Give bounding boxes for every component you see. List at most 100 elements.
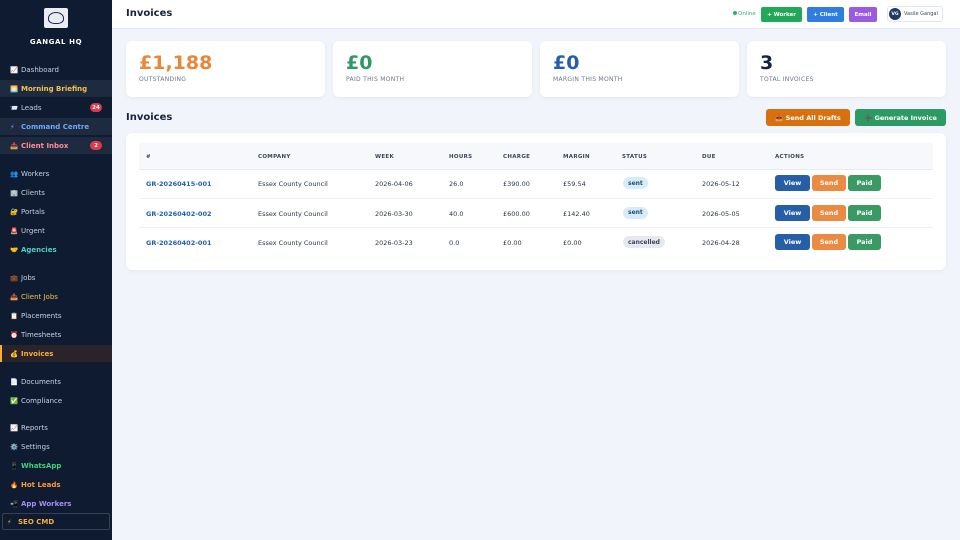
clipboard-icon: 📋 <box>10 311 19 320</box>
due-cell: 2026-05-05 <box>702 209 740 218</box>
column-header: CHARGE <box>503 154 531 160</box>
send-button[interactable]: Send <box>812 234 846 250</box>
stat-value: £1,188 <box>139 52 213 74</box>
sidebar-item-label: Compliance <box>21 396 63 405</box>
send-all-drafts-button[interactable]: 📤 Send All Drafts <box>766 109 850 126</box>
sidebar-item-client-jobs[interactable]: 📥 Client Jobs <box>0 288 112 305</box>
sidebar-item-placements[interactable]: 📋 Placements <box>0 307 112 324</box>
sidebar-item-leads[interactable]: 📨 Leads 24 <box>0 99 112 116</box>
sidebar-item-morning-briefing[interactable]: 🌅 Morning Briefing <box>0 80 112 97</box>
hours-cell: 0.0 <box>449 239 460 247</box>
sidebar-item-agencies[interactable]: 🤝 Agencies <box>0 241 112 258</box>
due-cell: 2026-04-28 <box>702 239 740 247</box>
online-status: Online <box>733 11 756 17</box>
lightning-icon: ⚡ <box>7 517 12 526</box>
invoice-number-link[interactable]: GR-20260402-002 <box>146 210 212 218</box>
sidebar-item-urgent[interactable]: 🚨 Urgent <box>0 222 112 239</box>
sidebar-item-label: Jobs <box>21 273 36 282</box>
stat-value: £0 <box>346 52 373 74</box>
mark-paid-button[interactable]: Paid <box>848 234 881 250</box>
sidebar-item-app-workers[interactable]: 📲 App Workers <box>0 495 112 512</box>
brand-name: GANGAL HQ <box>29 38 83 46</box>
sidebar-item-timesheets[interactable]: ⏰ Timesheets <box>0 326 112 343</box>
invoices-table-panel: # COMPANY WEEK HOURS CHARGE MARGIN STATU… <box>126 133 946 270</box>
sidebar-item-compliance[interactable]: ✅ Compliance <box>0 392 112 409</box>
column-header: COMPANY <box>258 154 291 160</box>
mark-paid-button[interactable]: Paid <box>848 204 881 221</box>
briefcase-icon: 💼 <box>10 273 19 282</box>
phone-icon: 📱 <box>10 461 19 470</box>
mark-paid-button[interactable]: Paid <box>848 175 881 191</box>
sidebar-item-label: WhatsApp <box>21 461 62 470</box>
inbox-icon: 📥 <box>10 141 19 150</box>
stat-card-margin-this-month: £0 MARGIN THIS MONTH <box>540 41 739 97</box>
sidebar: GANGAL HQ 📈 Dashboard 🌅 Morning Briefing 📨… <box>0 0 112 540</box>
charge-cell: £390.00 <box>503 180 530 188</box>
sidebar-item-label: Timesheets <box>21 330 62 339</box>
stat-card-total-invoices: 3 TOTAL INVOICES <box>747 41 946 97</box>
invoice-number-link[interactable]: GR-20260415-001 <box>146 180 212 188</box>
stat-label: MARGIN THIS MONTH <box>553 76 623 83</box>
client-inbox-count-badge: 2 <box>90 141 102 150</box>
money-bag-icon: 💰 <box>10 349 19 358</box>
sidebar-item-jobs[interactable]: 💼 Jobs <box>0 269 112 286</box>
sidebar-item-documents[interactable]: 📄 Documents <box>0 373 112 390</box>
view-button[interactable]: View <box>775 204 810 221</box>
table-row: GR-20260402-001 Essex County Council 202… <box>139 228 933 258</box>
sidebar-item-reports[interactable]: 📈 Reports <box>0 419 112 436</box>
generate-invoice-button[interactable]: ➕ Generate Invoice <box>855 109 946 126</box>
sidebar-item-label: Hot Leads <box>21 480 61 489</box>
send-button[interactable]: Send <box>812 175 846 191</box>
sidebar-item-seo-cmd[interactable]: ⚡ SEO CMD <box>2 513 110 530</box>
leads-count-badge: 24 <box>90 103 102 112</box>
stat-value: £0 <box>553 52 580 74</box>
sidebar-item-whatsapp[interactable]: 📱 WhatsApp <box>0 457 112 474</box>
sidebar-item-label: Portals <box>21 207 45 216</box>
mobile-app-icon: 📲 <box>10 499 19 508</box>
company-cell: Essex County Council <box>258 209 328 218</box>
sidebar-item-label: Client Inbox <box>21 141 69 150</box>
sidebar-item-settings[interactable]: ⚙️ Settings <box>0 438 112 455</box>
fire-icon: 🔥 <box>10 480 19 489</box>
due-cell: 2026-05-12 <box>702 180 740 188</box>
sidebar-item-workers[interactable]: 👥 Workers <box>0 165 112 182</box>
sidebar-item-portals[interactable]: 🔐 Portals <box>0 203 112 220</box>
table-header: # COMPANY WEEK HOURS CHARGE MARGIN STATU… <box>139 143 933 170</box>
column-header: ACTIONS <box>775 154 805 160</box>
status-badge: sent <box>623 177 648 189</box>
clock-icon: ⏰ <box>10 330 19 339</box>
hours-cell: 40.0 <box>449 209 464 218</box>
email-button[interactable]: Email <box>849 7 877 22</box>
sidebar-item-label: Urgent <box>21 226 45 235</box>
stat-label: TOTAL INVOICES <box>760 76 814 83</box>
sidebar-item-label: App Workers <box>21 499 72 508</box>
sidebar-item-hot-leads[interactable]: 🔥 Hot Leads <box>0 476 112 493</box>
sidebar-item-dashboard[interactable]: 📈 Dashboard <box>0 61 112 78</box>
siren-icon: 🚨 <box>10 226 19 235</box>
view-button[interactable]: View <box>775 175 810 191</box>
company-cell: Essex County Council <box>258 180 328 188</box>
logo[interactable] <box>44 8 68 28</box>
company-cell: Essex County Council <box>258 239 328 247</box>
column-header: MARGIN <box>563 154 590 160</box>
section-title: Invoices <box>126 112 173 123</box>
margin-cell: £142.40 <box>563 209 590 218</box>
sidebar-item-invoices[interactable]: 💰 Invoices <box>0 345 112 362</box>
sidebar-item-label: Invoices <box>21 349 54 358</box>
add-worker-button[interactable]: + Worker <box>761 7 802 22</box>
sidebar-item-command-centre[interactable]: ⚡ Command Centre <box>0 118 112 135</box>
add-client-button[interactable]: + Client <box>807 7 844 22</box>
user-menu[interactable]: VG Vasile Gangal <box>887 6 943 22</box>
sidebar-item-clients[interactable]: 🏢 Clients <box>0 184 112 201</box>
sidebar-item-client-inbox[interactable]: 📥 Client Inbox 2 <box>0 137 112 154</box>
send-button[interactable]: Send <box>812 204 846 221</box>
view-button[interactable]: View <box>775 234 810 250</box>
people-icon: 👥 <box>10 169 19 178</box>
stat-value: 3 <box>760 52 774 74</box>
building-icon: 🏢 <box>10 188 19 197</box>
online-status-label: Online <box>738 11 756 17</box>
chart-icon: 📈 <box>10 423 19 432</box>
invoice-number-link[interactable]: GR-20260402-001 <box>146 239 212 247</box>
status-dot-icon <box>733 11 737 15</box>
column-header: DUE <box>702 154 716 160</box>
